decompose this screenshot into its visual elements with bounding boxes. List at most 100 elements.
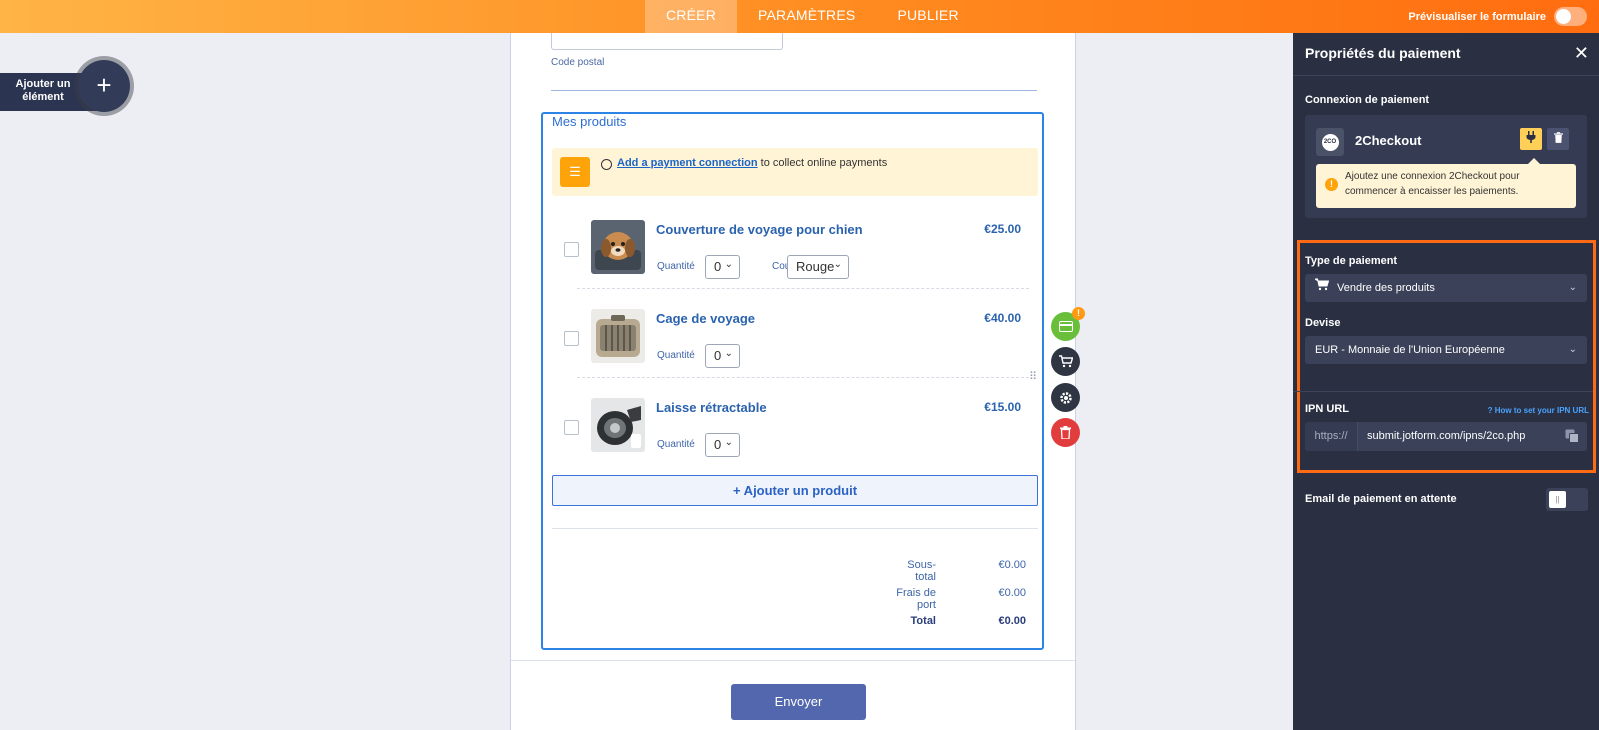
row-divider [577, 377, 1029, 378]
close-icon[interactable]: ✕ [1574, 43, 1589, 64]
trash-icon [1060, 426, 1071, 439]
divider [551, 90, 1037, 91]
payment-type-dropdown[interactable]: Vendre des produits ⌄ [1305, 274, 1587, 302]
chevron-down-icon: ⌄ [724, 437, 733, 448]
quantity-label: Quantité [657, 261, 695, 272]
notice-suffix: to collect online payments [757, 157, 888, 169]
tab-creer[interactable]: CRÉER [645, 0, 738, 33]
add-element-label: Ajouter un élément [15, 78, 71, 103]
copy-icon[interactable] [1565, 429, 1579, 443]
toggle-knob: || [1549, 491, 1566, 508]
subtotal-row: Sous-total €0.00 [876, 559, 1026, 587]
form-canvas: Code postal Mes produits ☰ Add a payment… [510, 33, 1076, 730]
connection-warning-text: Ajoutez une connexion 2Checkout pour com… [1345, 171, 1520, 197]
payment-connection-label: Connexion de paiement [1305, 94, 1430, 106]
zip-label: Code postal [551, 57, 605, 68]
help-icon: ? [1487, 406, 1495, 415]
products-field[interactable]: Mes produits ☰ Add a payment connection … [541, 112, 1044, 650]
field-settings-button[interactable] [1051, 383, 1080, 412]
warning-badge: ! [1072, 307, 1085, 320]
total-row: Total €0.00 [876, 615, 1026, 643]
pending-email-toggle[interactable]: || [1546, 488, 1588, 511]
payment-type-label: Type de paiement [1305, 255, 1398, 267]
warning-icon: ! [1325, 178, 1338, 191]
add-product-button[interactable]: + Ajouter un produit [552, 475, 1038, 506]
connect-plug-button[interactable] [1520, 128, 1542, 150]
product-checkbox[interactable] [564, 331, 579, 346]
color-select[interactable]: Rouge ⌄ [787, 255, 849, 279]
product-name: Couverture de voyage pour chien [656, 222, 863, 237]
product-checkbox[interactable] [564, 420, 579, 435]
chevron-down-icon: ⌄ [833, 259, 842, 270]
radio-icon [601, 159, 612, 170]
delete-field-button[interactable] [1051, 418, 1080, 447]
quantity-value: 0 [714, 259, 722, 274]
product-price: €40.00 [984, 311, 1021, 325]
currency-dropdown[interactable]: EUR - Monnaie de l'Union Européenne ⌄ [1305, 336, 1587, 364]
plus-icon: + [96, 70, 112, 100]
panel-header: Propriétés du paiement ✕ [1293, 33, 1599, 76]
cart-icon [1313, 274, 1331, 302]
add-payment-connection-link[interactable]: Add a payment connection [617, 157, 758, 169]
shipping-value: €0.00 [998, 587, 1026, 599]
divider [511, 660, 1075, 661]
payment-type-value: Vendre des produits [1337, 282, 1435, 294]
submit-button[interactable]: Envoyer [731, 684, 866, 720]
zip-input[interactable] [551, 33, 783, 50]
product-list-button[interactable] [1051, 347, 1080, 376]
subtotal-label: Sous-total [907, 559, 936, 583]
quantity-select[interactable]: 0 ⌄ [705, 344, 740, 368]
quantity-label: Quantité [657, 439, 695, 450]
color-value: Rouge [796, 259, 835, 274]
tab-parametres[interactable]: PARAMÈTRES [737, 0, 876, 33]
payment-properties-panel: Propriétés du paiement ✕ Connexion de pa… [1293, 33, 1599, 730]
ipn-url-label: IPN URL [1305, 403, 1349, 415]
credit-card-icon [1058, 321, 1073, 332]
panel-title: Propriétés du paiement [1305, 45, 1461, 61]
drag-handle-icon[interactable]: ⠿ [1029, 372, 1037, 386]
total-label: Total [910, 615, 936, 627]
ipn-prefix: https:// [1305, 422, 1358, 451]
notice-text: Add a payment connection to collect onli… [617, 157, 887, 169]
payment-notice: ☰ Add a payment connection to collect on… [552, 148, 1038, 196]
remove-connection-button[interactable] [1547, 128, 1569, 150]
ipn-url-field[interactable]: https:// submit.jotform.com/ipns/2co.php [1305, 422, 1587, 451]
shipping-label: Frais de port [896, 587, 936, 611]
quantity-select[interactable]: 0 ⌄ [705, 433, 740, 457]
ipn-help-link[interactable]: ? How to set your IPN URL [1488, 406, 1589, 415]
product-image-dog-blanket [591, 220, 645, 274]
total-value: €0.00 [998, 615, 1026, 627]
gateway-name: 2Checkout [1355, 133, 1422, 148]
product-image-retractable-leash [591, 398, 645, 452]
totals: Sous-total €0.00 Frais de port €0.00 Tot… [876, 559, 1026, 643]
top-bar: CRÉER PARAMÈTRES PUBLIER Prévisualiser l… [0, 0, 1599, 33]
product-list-icon: ☰ [560, 157, 590, 187]
gateway-logo: 2CO [1316, 128, 1344, 156]
subtotal-value: €0.00 [998, 559, 1026, 571]
product-checkbox[interactable] [564, 242, 579, 257]
quantity-value: 0 [714, 348, 722, 363]
toggle-knob [1556, 9, 1571, 24]
product-row: Laisse rétractable €15.00 Quantité 0 ⌄ [557, 387, 1027, 467]
divider [1293, 391, 1593, 392]
quantity-label: Quantité [657, 350, 695, 361]
gear-icon [1059, 391, 1072, 404]
pending-email-label: Email de paiement en attente [1305, 493, 1457, 505]
product-row: Cage de voyage €40.00 Quantité 0 ⌄ [557, 298, 1027, 378]
product-price: €25.00 [984, 222, 1021, 236]
preview-toggle[interactable] [1554, 7, 1587, 26]
chevron-down-icon: ⌄ [1568, 344, 1577, 355]
divider [552, 528, 1038, 529]
product-name: Laisse rétractable [656, 400, 767, 415]
preview-form: Prévisualiser le formulaire [1408, 7, 1587, 26]
tab-publier[interactable]: PUBLIER [876, 0, 979, 33]
product-image-travel-cage [591, 309, 645, 363]
quantity-select[interactable]: 0 ⌄ [705, 255, 740, 279]
product-price: €15.00 [984, 400, 1021, 414]
product-row: Couverture de voyage pour chien €25.00 Q… [557, 209, 1027, 289]
plug-icon [1526, 131, 1536, 143]
product-name: Cage de voyage [656, 311, 755, 326]
chevron-down-icon: ⌄ [724, 259, 733, 270]
add-element-button[interactable]: + [78, 60, 130, 112]
chevron-down-icon: ⌄ [724, 348, 733, 359]
